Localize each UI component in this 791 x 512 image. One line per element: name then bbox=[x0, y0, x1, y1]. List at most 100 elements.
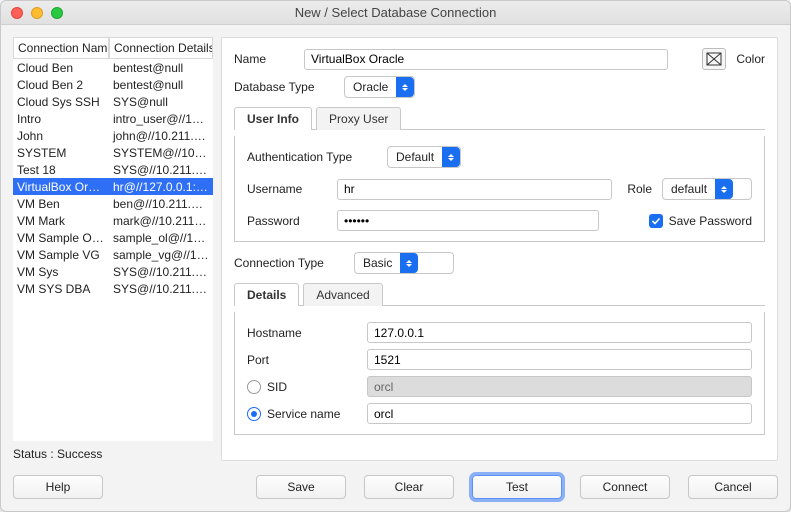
tab-user-info[interactable]: User Info bbox=[234, 107, 312, 130]
cell-connection-name: VM Mark bbox=[13, 212, 109, 229]
table-row[interactable]: Cloud Ben 2bentest@null bbox=[13, 76, 213, 93]
table-row[interactable]: VM Sample Olym…sample_ol@//10… bbox=[13, 229, 213, 246]
status-text: Status : Success bbox=[13, 447, 213, 461]
connections-table: Connection Name Connection Details Cloud… bbox=[13, 37, 213, 441]
conn-type-select[interactable]: Basic bbox=[354, 252, 454, 274]
radio-icon bbox=[247, 380, 261, 394]
table-row[interactable]: VM SysSYS@//10.211.55… bbox=[13, 263, 213, 280]
role-select[interactable]: default bbox=[662, 178, 752, 200]
table-header: Connection Name Connection Details bbox=[13, 37, 213, 59]
radio-icon bbox=[247, 407, 261, 421]
username-label: Username bbox=[247, 182, 327, 196]
cell-connection-details: hr@//127.0.0.1:1… bbox=[109, 178, 213, 195]
port-label: Port bbox=[247, 353, 357, 367]
cell-connection-details: sample_vg@//10… bbox=[109, 246, 213, 263]
test-button[interactable]: Test bbox=[472, 475, 562, 499]
tab-proxy-user[interactable]: Proxy User bbox=[316, 107, 401, 130]
cell-connection-name: VM Sample VG bbox=[13, 246, 109, 263]
auth-type-select[interactable]: Default bbox=[387, 146, 461, 168]
tab-advanced[interactable]: Advanced bbox=[303, 283, 382, 306]
table-row[interactable]: VirtualBox Oraclehr@//127.0.0.1:1… bbox=[13, 178, 213, 195]
password-input[interactable] bbox=[337, 210, 599, 231]
details-pane: Hostname Port SID Se bbox=[234, 312, 765, 435]
name-input[interactable] bbox=[304, 49, 668, 70]
table-body: Cloud Benbentest@nullCloud Ben 2bentest@… bbox=[13, 59, 213, 441]
username-input[interactable] bbox=[337, 179, 612, 200]
save-password-label: Save Password bbox=[669, 214, 752, 228]
auth-type-value: Default bbox=[396, 150, 434, 164]
color-button[interactable] bbox=[702, 48, 726, 70]
cell-connection-details: SYS@//10.211.55… bbox=[109, 280, 213, 297]
cell-connection-name: VirtualBox Oracle bbox=[13, 178, 109, 195]
table-row[interactable]: Cloud Sys SSHSYS@null bbox=[13, 93, 213, 110]
cell-connection-details: SYS@null bbox=[109, 93, 213, 110]
service-input[interactable] bbox=[367, 403, 752, 424]
hostname-label: Hostname bbox=[247, 326, 357, 340]
cell-connection-details: mark@//10.211.5… bbox=[109, 212, 213, 229]
main-panel: Name Color Database Type Oracle bbox=[221, 37, 778, 461]
cell-connection-name: VM SYS DBA bbox=[13, 280, 109, 297]
password-label: Password bbox=[247, 214, 327, 228]
clear-button[interactable]: Clear bbox=[364, 475, 454, 499]
table-row[interactable]: VM Sample VGsample_vg@//10… bbox=[13, 246, 213, 263]
hostname-input[interactable] bbox=[367, 322, 752, 343]
user-info-pane: Authentication Type Default Username Rol… bbox=[234, 136, 765, 242]
cell-connection-details: SYS@//10.211.55… bbox=[109, 263, 213, 280]
cell-connection-details: sample_ol@//10… bbox=[109, 229, 213, 246]
table-row[interactable]: Johnjohn@//10.211.5… bbox=[13, 127, 213, 144]
port-input[interactable] bbox=[367, 349, 752, 370]
table-row[interactable]: Introintro_user@//10… bbox=[13, 110, 213, 127]
save-button[interactable]: Save bbox=[256, 475, 346, 499]
table-row[interactable]: VM Benben@//10.211.55… bbox=[13, 195, 213, 212]
service-radio[interactable]: Service name bbox=[247, 407, 357, 421]
cell-connection-details: SYS@//10.211.55… bbox=[109, 161, 213, 178]
cell-connection-name: Test 18 bbox=[13, 161, 109, 178]
table-row[interactable]: Test 18SYS@//10.211.55… bbox=[13, 161, 213, 178]
dbtype-select[interactable]: Oracle bbox=[344, 76, 415, 98]
cell-connection-name: VM Sample Olym… bbox=[13, 229, 109, 246]
cell-connection-details: john@//10.211.5… bbox=[109, 127, 213, 144]
role-label: Role bbox=[622, 182, 652, 196]
cell-connection-details: bentest@null bbox=[109, 76, 213, 93]
dbtype-value: Oracle bbox=[353, 80, 388, 94]
auth-tabs: User Info Proxy User bbox=[234, 106, 765, 130]
dbtype-label: Database Type bbox=[234, 80, 334, 94]
checkmark-icon bbox=[649, 214, 663, 228]
titlebar: New / Select Database Connection bbox=[1, 1, 790, 25]
sid-input bbox=[367, 376, 752, 397]
chevron-updown-icon bbox=[396, 77, 414, 97]
role-value: default bbox=[671, 182, 707, 196]
cell-connection-name: Intro bbox=[13, 110, 109, 127]
sid-radio[interactable]: SID bbox=[247, 380, 357, 394]
sid-label: SID bbox=[267, 380, 287, 394]
table-row[interactable]: VM SYS DBASYS@//10.211.55… bbox=[13, 280, 213, 297]
sidebar: Connection Name Connection Details Cloud… bbox=[13, 37, 213, 461]
name-label: Name bbox=[234, 52, 294, 66]
col-connection-name[interactable]: Connection Name bbox=[13, 37, 109, 59]
service-label: Service name bbox=[267, 407, 340, 421]
chevron-updown-icon bbox=[442, 147, 460, 167]
cell-connection-name: Cloud Sys SSH bbox=[13, 93, 109, 110]
table-row[interactable]: SYSTEMSYSTEM@//10.21… bbox=[13, 144, 213, 161]
connect-button[interactable]: Connect bbox=[580, 475, 670, 499]
table-row[interactable]: VM Markmark@//10.211.5… bbox=[13, 212, 213, 229]
cell-connection-name: Cloud Ben 2 bbox=[13, 76, 109, 93]
cell-connection-details: ben@//10.211.55… bbox=[109, 195, 213, 212]
auth-type-label: Authentication Type bbox=[247, 150, 377, 164]
conn-tabs: Details Advanced bbox=[234, 282, 765, 306]
cell-connection-details: bentest@null bbox=[109, 59, 213, 76]
chevron-updown-icon bbox=[400, 253, 418, 273]
dialog-window: New / Select Database Connection Connect… bbox=[0, 0, 791, 512]
tab-details[interactable]: Details bbox=[234, 283, 299, 306]
save-password-checkbox[interactable]: Save Password bbox=[649, 214, 752, 228]
table-row[interactable]: Cloud Benbentest@null bbox=[13, 59, 213, 76]
cell-connection-name: Cloud Ben bbox=[13, 59, 109, 76]
cancel-button[interactable]: Cancel bbox=[688, 475, 778, 499]
cell-connection-name: SYSTEM bbox=[13, 144, 109, 161]
col-connection-details[interactable]: Connection Details bbox=[109, 37, 213, 59]
footer: Help Save Clear Test Connect Cancel bbox=[1, 467, 790, 511]
cell-connection-details: SYSTEM@//10.21… bbox=[109, 144, 213, 161]
chevron-updown-icon bbox=[715, 179, 733, 199]
help-button[interactable]: Help bbox=[13, 475, 103, 499]
window-title: New / Select Database Connection bbox=[1, 5, 790, 20]
